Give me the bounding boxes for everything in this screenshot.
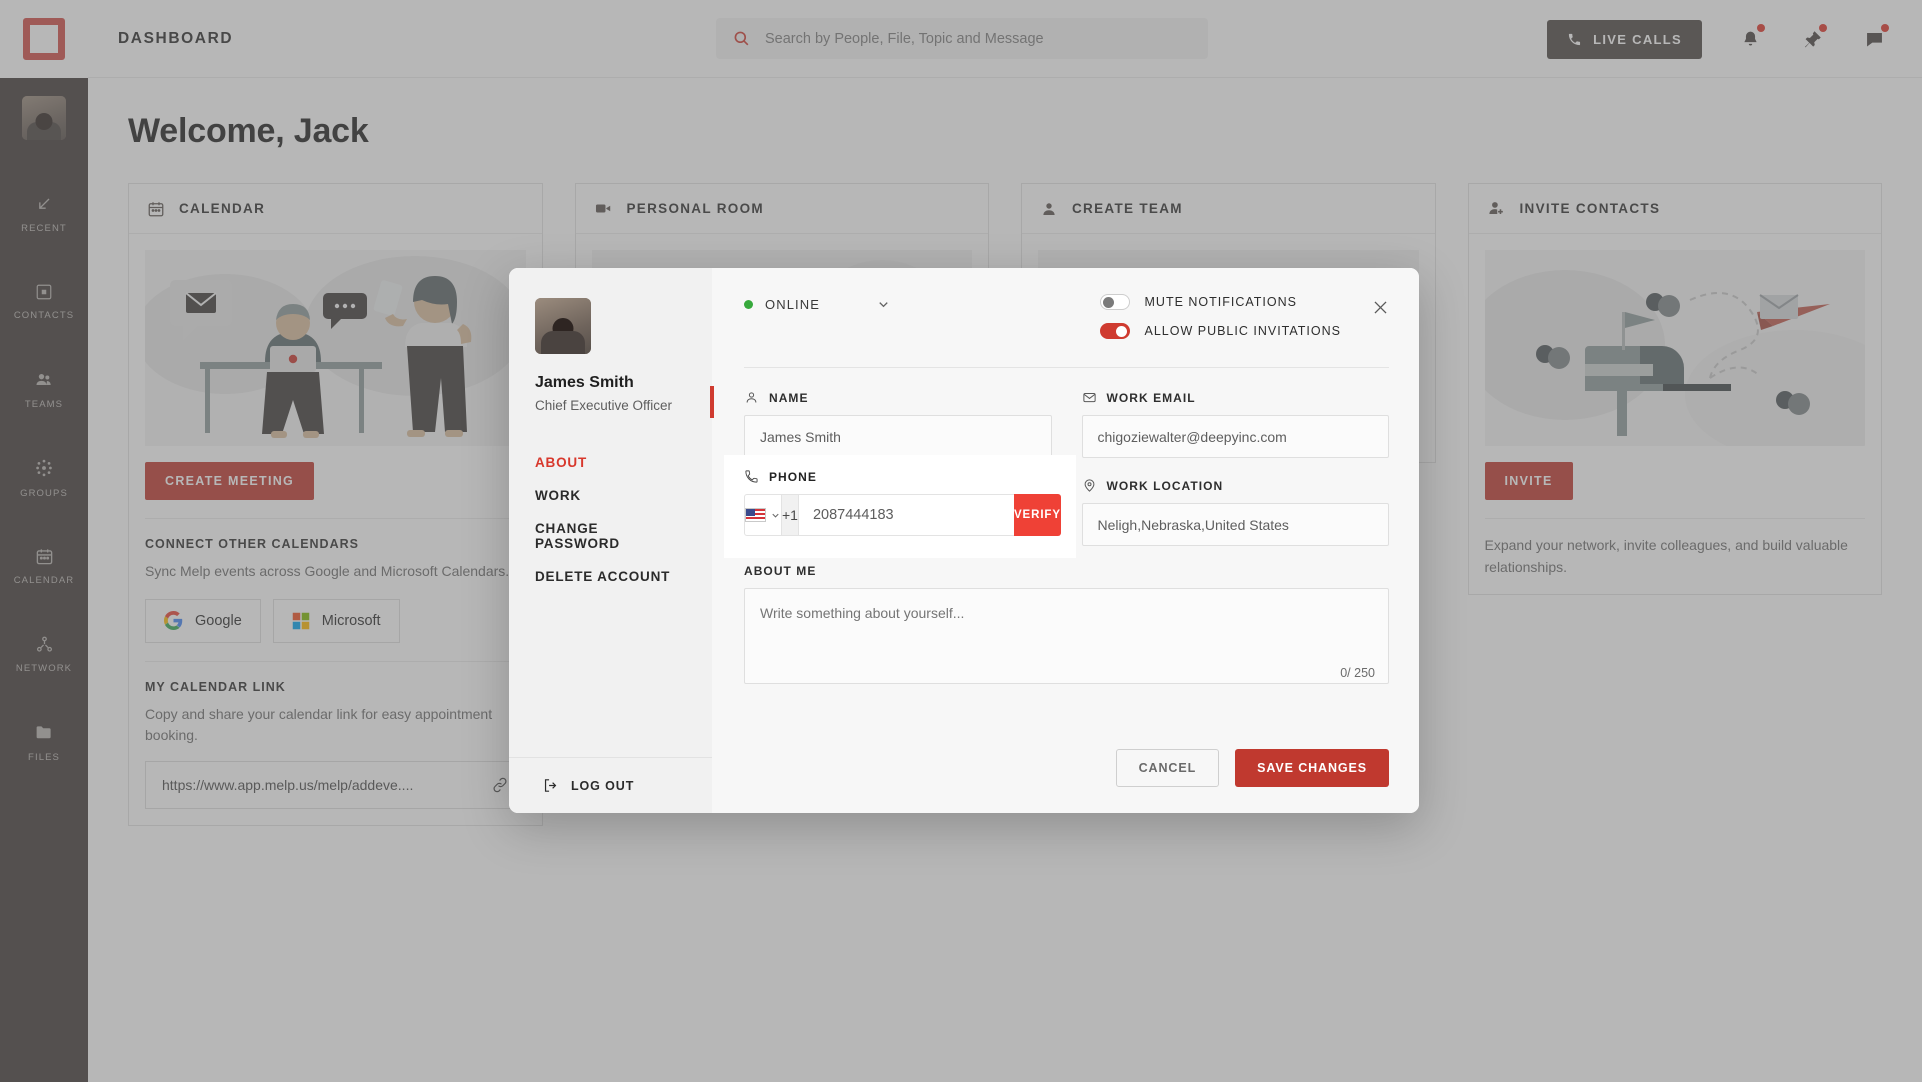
person-icon [744,390,759,405]
location-label: WORK LOCATION [1106,478,1224,493]
chevron-down-icon [770,510,781,521]
modal-toggles: MUTE NOTIFICATIONS ALLOW PUBLIC INVITATI… [1099,294,1342,339]
allow-public-invitations-row: ALLOW PUBLIC INVITATIONS [1099,323,1342,339]
country-code: +1 [782,494,799,536]
mute-notifications-toggle[interactable] [1099,294,1130,310]
us-flag-icon [745,508,766,522]
about-me-textarea[interactable] [744,588,1389,684]
divider [744,367,1389,368]
allow-public-invitations-toggle[interactable] [1099,323,1130,339]
modal-top-row: ONLINE MUTE NOTIFICATIONS ALLOW PUBLIC I… [744,294,1389,339]
modal-actions: CANCEL SAVE CHANGES [1115,749,1389,787]
logout-label: LOG OUT [571,778,635,793]
name-label-row: NAME [744,390,1052,405]
phone-icon [744,469,759,484]
modal-user-name: James Smith [535,374,634,391]
email-input[interactable] [1081,415,1389,458]
location-label-row: WORK LOCATION [1082,478,1390,493]
location-input[interactable] [1081,503,1389,546]
allow-public-invitations-label: ALLOW PUBLIC INVITATIONS [1144,324,1341,338]
map-pin-icon [1082,478,1097,493]
location-field-group: WORK LOCATION [1081,478,1390,546]
about-me-label-row: ABOUT ME [744,564,1389,578]
phone-label: PHONE [769,469,817,484]
status-selector[interactable]: ONLINE [744,297,891,312]
verify-phone-button[interactable]: VERIFY [1013,494,1061,536]
modal-sidebar: James Smith Chief Executive Officer ABOU… [509,268,712,813]
modal-nav: ABOUT WORK CHANGE PASSWORD DELETE ACCOUN… [535,455,686,584]
logout-button[interactable]: LOG OUT [509,757,712,813]
modal-nav-change-password[interactable]: CHANGE PASSWORD [535,521,686,551]
modal-nav-about[interactable]: ABOUT [535,455,686,470]
about-me-label: ABOUT ME [744,564,817,578]
mute-notifications-row: MUTE NOTIFICATIONS [1099,294,1342,310]
phone-input-row: +1 VERIFY [744,494,1061,536]
email-label: WORK EMAIL [1106,390,1196,405]
cancel-button[interactable]: CANCEL [1115,749,1220,787]
phone-field-spotlight: PHONE +1 VERIFY [724,455,1076,558]
status-label: ONLINE [765,297,821,312]
app-root: RECENT CONTACTS TEAMS GROUPS CALENDAR NE… [0,0,1922,1082]
about-me-counter: 0/ 250 [1340,666,1375,680]
phone-input[interactable] [798,494,1014,536]
save-changes-button[interactable]: SAVE CHANGES [1235,749,1389,787]
modal-user-role: Chief Executive Officer [535,398,673,413]
modal-user-avatar[interactable] [535,298,591,354]
modal-nav-work[interactable]: WORK [535,488,686,503]
close-icon[interactable] [1369,296,1391,318]
mute-notifications-label: MUTE NOTIFICATIONS [1144,295,1297,309]
envelope-icon [1082,390,1097,405]
name-input[interactable] [744,415,1052,458]
modal-nav-delete-account[interactable]: DELETE ACCOUNT [535,569,686,584]
country-selector[interactable] [744,494,782,536]
active-section-indicator [710,386,714,418]
name-label: NAME [769,390,809,405]
logout-icon [542,777,559,794]
email-field-group: WORK EMAIL [1081,390,1390,458]
phone-label-row: PHONE [744,469,1058,484]
chevron-down-icon [876,297,891,312]
about-me-group: ABOUT ME 0/ 250 [744,564,1389,689]
email-label-row: WORK EMAIL [1082,390,1390,405]
name-field-group: NAME [744,390,1052,458]
status-dot-icon [744,300,753,309]
